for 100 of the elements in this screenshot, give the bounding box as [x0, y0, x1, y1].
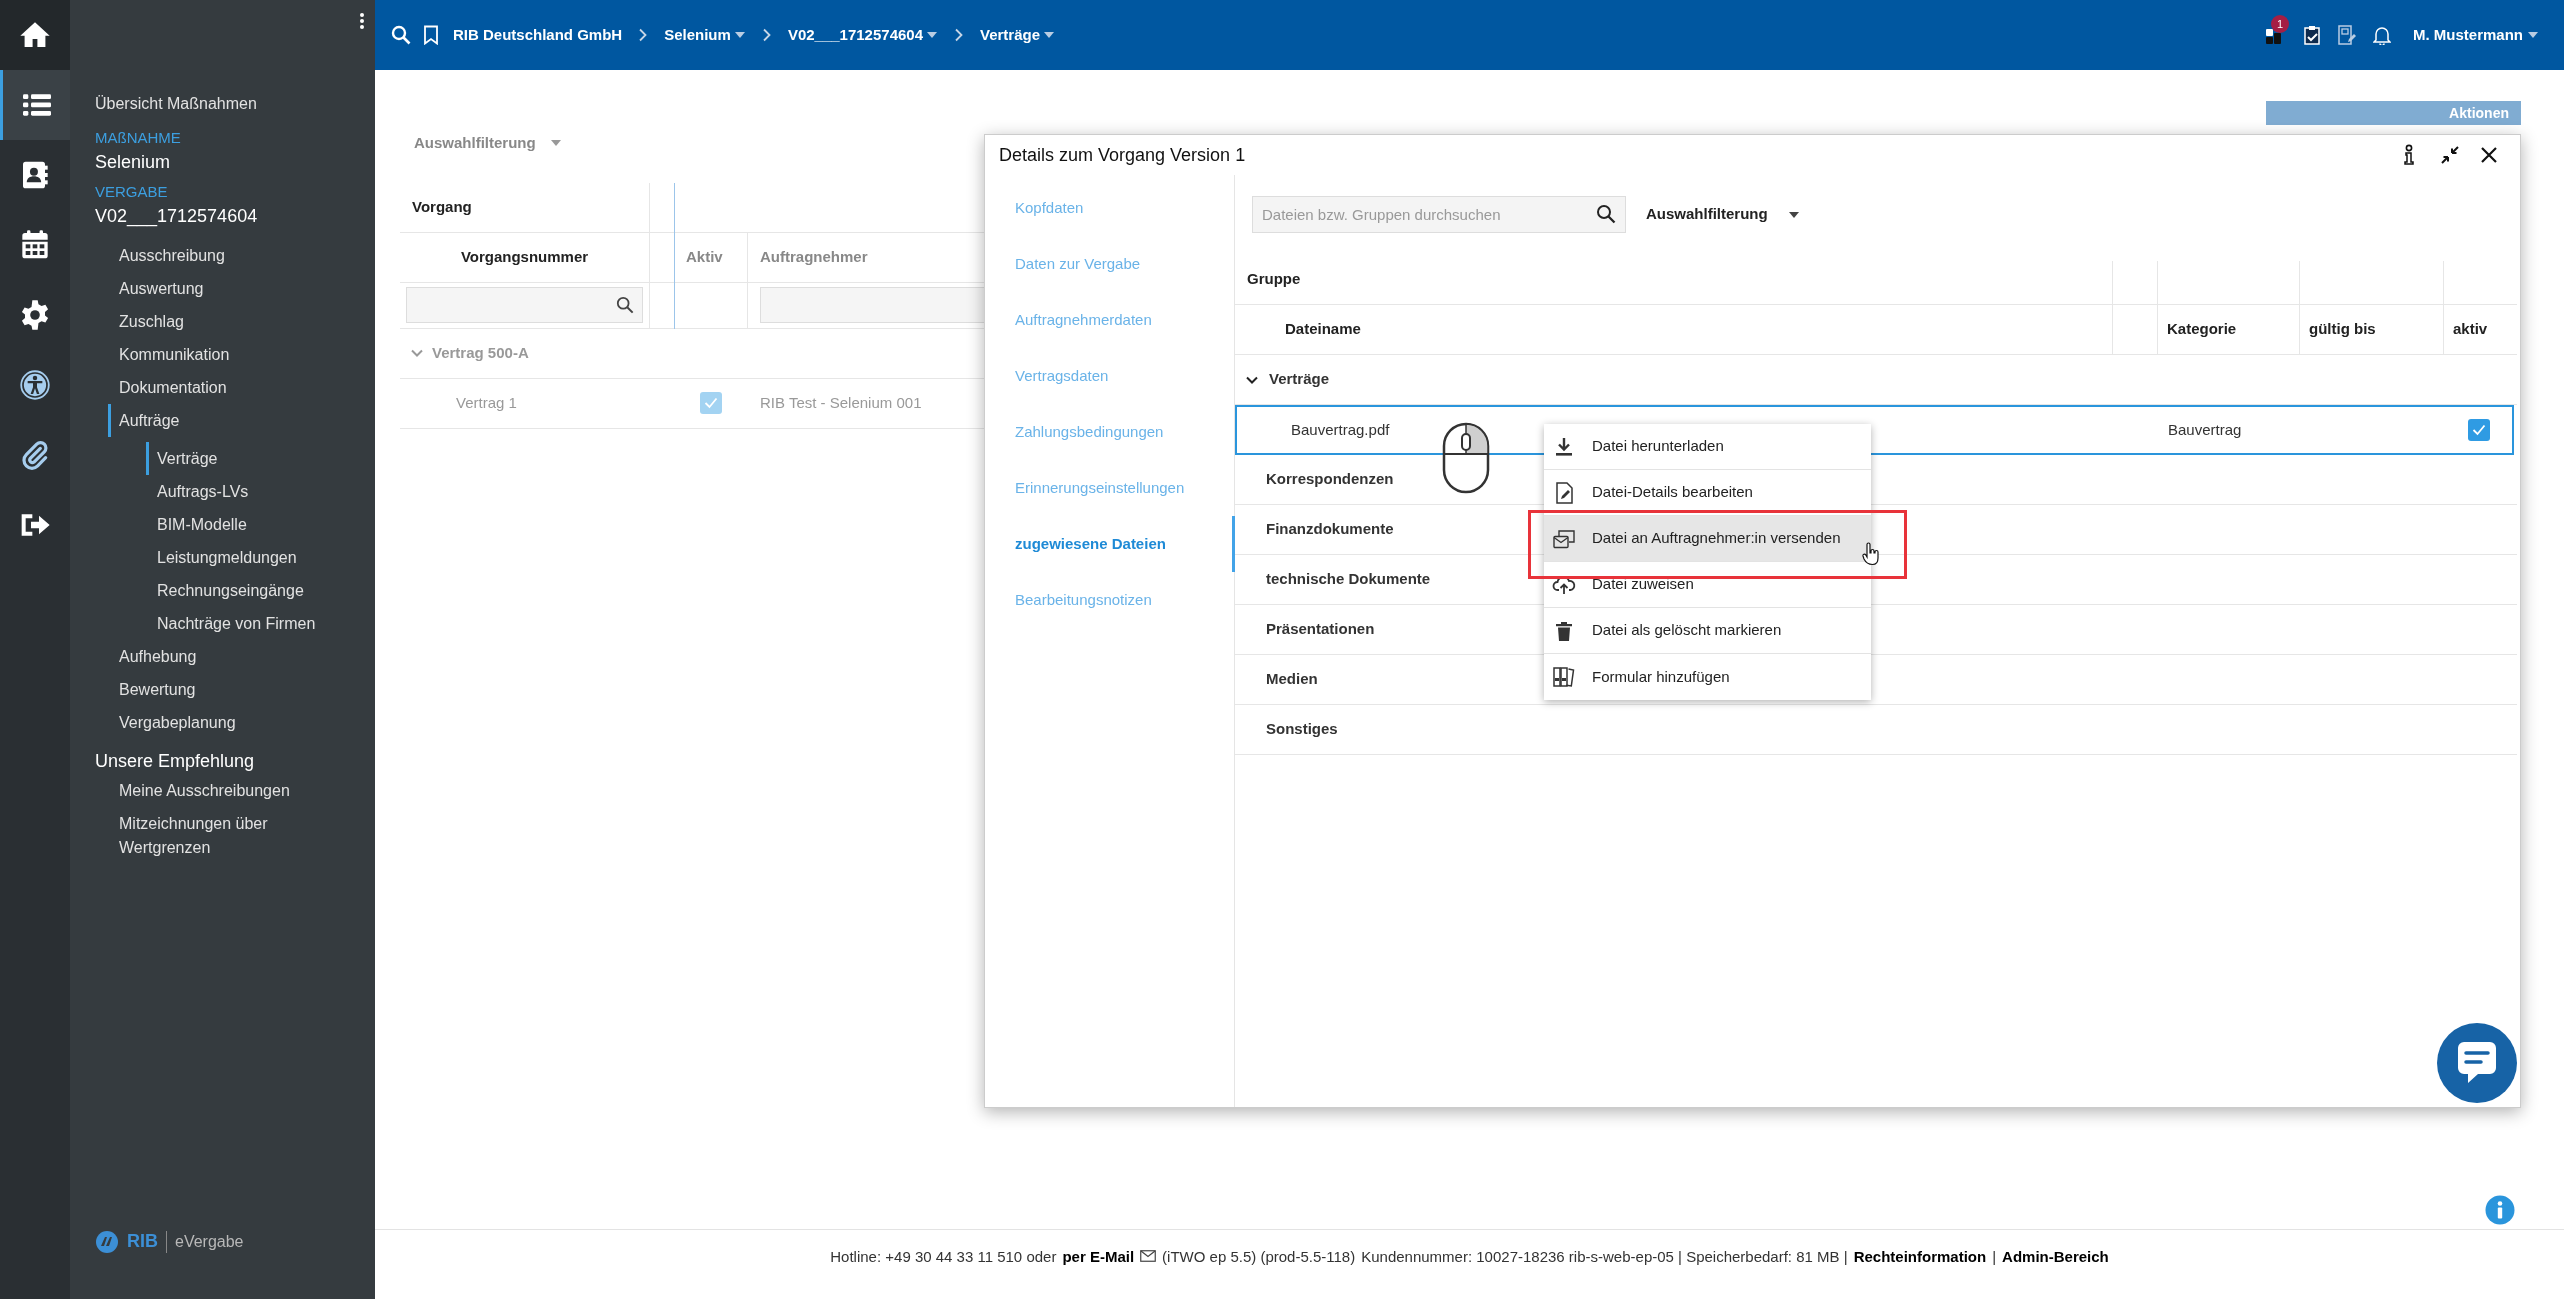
- more-options-icon[interactable]: [359, 12, 365, 30]
- caret-icon[interactable]: [926, 31, 938, 39]
- context-value: V02___1712574604: [95, 205, 258, 228]
- footer-text: (iTWO ep 5.5) (prod-5.5-118): [1162, 1247, 1356, 1267]
- sidebar-subitem[interactable]: BIM-Modelle: [157, 508, 247, 541]
- footer-link[interactable]: Rechteinformation: [1853, 1246, 1987, 1269]
- user-menu[interactable]: M. Mustermann: [2413, 23, 2539, 47]
- file-name: Bauvertrag.pdf: [1291, 419, 1390, 440]
- sidebar-item[interactable]: Dokumentation: [119, 371, 227, 404]
- footer-text: |: [1992, 1247, 1997, 1267]
- footer-link[interactable]: Admin-Bereich: [2002, 1246, 2109, 1269]
- caret-icon[interactable]: [2527, 31, 2539, 39]
- menu-item[interactable]: Formular hinzufügen: [1544, 654, 1871, 700]
- caret-icon[interactable]: [733, 31, 746, 39]
- search-field[interactable]: Dateien bzw. Gruppen durchsuchen: [1252, 196, 1626, 233]
- column-header: Dateiname: [1284, 319, 1362, 340]
- group-row-label: Präsentationen: [1266, 619, 1375, 640]
- search-icon: [616, 296, 634, 314]
- settings-icon: [19, 299, 51, 331]
- close-icon[interactable]: [2480, 146, 2498, 164]
- notification-badge: 1: [2271, 15, 2289, 33]
- group-row-label: Medien: [1266, 669, 1318, 690]
- table-cell-text: Bauvertrag: [2167, 419, 2243, 440]
- column-header: Gruppe: [1246, 269, 1302, 290]
- accessibility-icon: [19, 369, 51, 401]
- group-row-label: Finanzdokumente: [1266, 519, 1394, 540]
- table-cell-text: Vertrag 1: [455, 392, 518, 413]
- sidebar-subitem[interactable]: Leistungmeldungen: [157, 541, 297, 574]
- checkbox[interactable]: [2467, 419, 2490, 441]
- calendar-icon: [19, 229, 51, 261]
- checkbox[interactable]: [700, 392, 722, 414]
- chevron-right-icon: [761, 28, 772, 42]
- column-header: Vorgangsnummer: [400, 232, 650, 282]
- rail-button[interactable]: [0, 0, 70, 70]
- dialog-nav-item[interactable]: zugewiesene Dateien: [985, 516, 1235, 572]
- column-header: Kategorie: [2157, 305, 2299, 354]
- caret-icon[interactable]: [1043, 31, 1056, 39]
- sidebar-item[interactable]: Kommunikation: [119, 338, 230, 371]
- sidebar-item[interactable]: Ausschreibung: [119, 239, 225, 272]
- chat-icon[interactable]: [2436, 1022, 2518, 1104]
- logo-brand: RIB: [127, 1230, 158, 1253]
- checkmark-icon: [2471, 424, 2486, 436]
- info-icon[interactable]: [2402, 144, 2416, 166]
- search-icon[interactable]: [391, 25, 411, 45]
- mouse-drawing: [1442, 422, 1490, 494]
- group-row-label: Korrespondenzen: [1266, 469, 1394, 490]
- column-header: Auftragnehmer: [759, 246, 868, 267]
- checkmark-icon: [704, 397, 718, 409]
- caret-icon[interactable]: [1787, 210, 1800, 219]
- filter-dropdown[interactable]: Auswahlfilterung: [1646, 203, 1800, 226]
- collapse-icon[interactable]: [2440, 145, 2460, 165]
- bell-icon[interactable]: [2373, 25, 2391, 45]
- group-row-label: technische Dokumente: [1266, 569, 1431, 590]
- footer-text: Kundennummer: 10027-18236 rib-s-web-ep-05 | Speicherbedarf: 81 MB |: [1361, 1247, 1848, 1267]
- breadcrumb[interactable]: V02___1712574604: [787, 23, 938, 47]
- menu-item[interactable]: Datei an Auftragnehmer:in versenden: [1544, 516, 1871, 562]
- chevron-right-icon: [638, 28, 649, 42]
- context-label: VERGABE: [95, 184, 168, 200]
- sidebar-item[interactable]: Mitzeichnungen über Wertgrenzen: [119, 812, 329, 860]
- section-heading: Unsere Empfehlung: [95, 750, 255, 773]
- column-header: Vorgang: [400, 182, 650, 232]
- rail-button[interactable]: [0, 70, 70, 140]
- bookmark-icon[interactable]: [423, 25, 439, 45]
- clipboard-check-icon[interactable]: [2303, 24, 2321, 46]
- sidebar-item[interactable]: Aufhebung: [119, 640, 197, 673]
- group-row-label: Vertrag 500-A: [432, 342, 529, 363]
- sidebar-item[interactable]: Zuschlag: [119, 305, 184, 338]
- filter-dropdown[interactable]: Auswahlfilterung: [414, 132, 562, 155]
- menu-item[interactable]: Datei zuweisen: [1544, 562, 1871, 608]
- form-edit-icon[interactable]: [2337, 24, 2357, 46]
- dialog-title: Details zum Vorgang Version 1: [999, 143, 1246, 167]
- overview-link[interactable]: Übersicht Maßnahmen: [95, 92, 257, 116]
- sidebar-subitem[interactable]: Verträge: [146, 442, 218, 475]
- menu-item[interactable]: Datei als gelöscht markieren: [1544, 608, 1871, 654]
- context-value: Selenium: [95, 151, 171, 174]
- breadcrumb[interactable]: Verträge: [980, 23, 1056, 47]
- chevron-right-icon: [954, 28, 964, 42]
- group-row-label: Sonstiges: [1266, 719, 1338, 740]
- breadcrumb[interactable]: Selenium: [664, 23, 746, 47]
- column-header: aktiv: [2443, 305, 2517, 354]
- sidebar-subitem[interactable]: Rechnungseingänge: [157, 574, 304, 607]
- sidebar-item[interactable]: Vergabeplanung: [119, 706, 236, 739]
- menu-item[interactable]: Datei herunterladen: [1544, 424, 1871, 470]
- filter-field[interactable]: [406, 287, 643, 323]
- sidebar-subitem[interactable]: Nachträge von Firmen: [157, 607, 316, 640]
- sidebar-item[interactable]: Aufträge: [108, 404, 180, 437]
- sidebar-item[interactable]: Meine Ausschreibungen: [119, 779, 329, 803]
- column-header: gültig bis: [2299, 305, 2443, 354]
- envelope-icon: [1140, 1250, 1157, 1262]
- sidebar-subitem[interactable]: Auftrags-LVs: [157, 475, 249, 508]
- sidebar-item[interactable]: Bewertung: [119, 673, 196, 706]
- binders-icon: [1552, 665, 1576, 689]
- breadcrumb[interactable]: RIB Deutschland GmbH: [453, 23, 623, 47]
- search-icon[interactable]: [1596, 204, 1616, 224]
- table-cell-text: RIB Test - Selenium 001: [759, 392, 922, 413]
- email-link[interactable]: per E-Mail: [1062, 1246, 1135, 1269]
- footer-text: Hotline: +49 30 44 33 11 510 oder: [830, 1247, 1057, 1267]
- sidebar-item[interactable]: Auswertung: [119, 272, 204, 305]
- logo-product: eVergabe: [175, 1231, 244, 1252]
- group-row-label[interactable]: Verträge: [1269, 368, 1330, 391]
